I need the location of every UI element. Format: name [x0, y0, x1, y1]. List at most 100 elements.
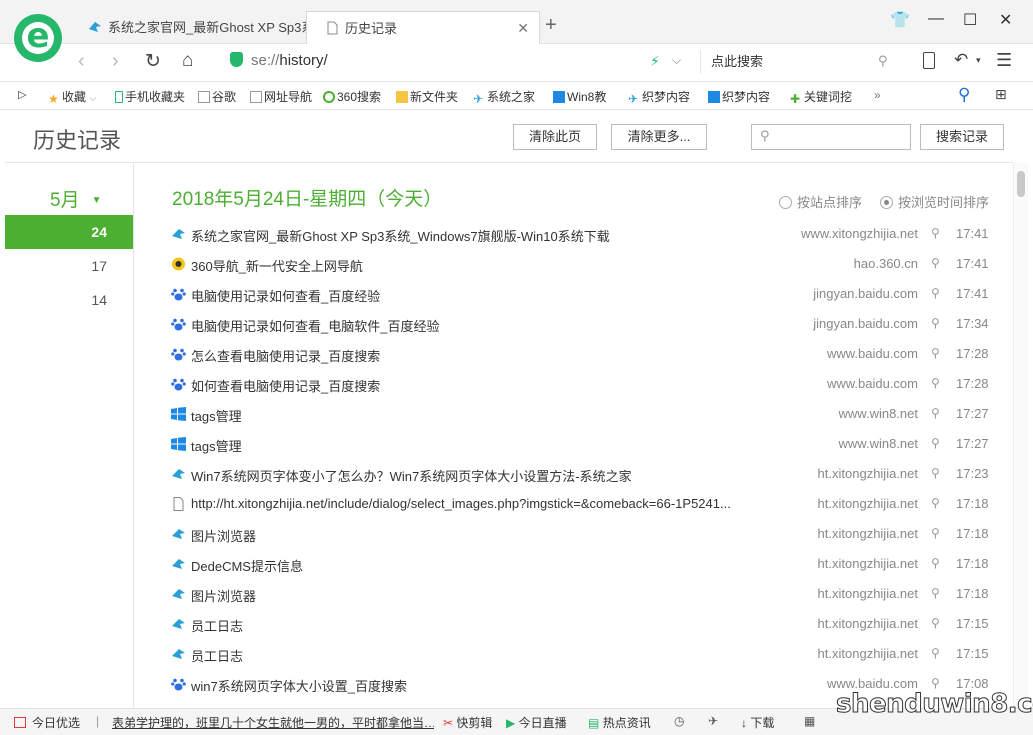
history-entry[interactable]: tags管理 www.win8.net ⚲ 17:27 — [135, 429, 1013, 459]
month-selector[interactable]: 5月 ▼ — [50, 185, 101, 212]
clear-page-button[interactable]: 清除此页 — [513, 124, 597, 150]
history-entry[interactable]: 图片浏览器 ht.xitongzhijia.net ⚲ 17:18 — [135, 519, 1013, 549]
entry-domain[interactable]: www.win8.net — [839, 406, 918, 421]
entry-title[interactable]: 360导航_新一代安全上网导航 — [191, 256, 787, 275]
history-entry[interactable]: tags管理 www.win8.net ⚲ 17:27 — [135, 399, 1013, 429]
entry-domain[interactable]: ht.xitongzhijia.net — [818, 586, 918, 601]
search-icon[interactable]: ⚲ — [931, 646, 940, 660]
bookmark-xitongzhijia[interactable]: ✈ 系统之家 — [473, 88, 535, 106]
history-entry[interactable]: 360导航_新一代安全上网导航 hao.360.cn ⚲ 17:41 — [135, 249, 1013, 279]
entry-domain[interactable]: www.xitongzhijia.net — [801, 226, 918, 241]
quick-cut[interactable]: ✂ 快剪辑 — [443, 714, 492, 731]
search-icon[interactable]: ⚲ — [931, 436, 940, 450]
search-icon[interactable]: ⚲ — [931, 256, 940, 270]
scrollbar-thumb[interactable] — [1017, 171, 1025, 197]
bookmark-nav[interactable]: 网址导航 — [250, 88, 312, 105]
chevron-down-icon[interactable]: ⌵ — [672, 53, 681, 68]
history-entry[interactable]: 如何查看电脑使用记录_百度搜索 www.baidu.com ⚲ 17:28 — [135, 369, 1013, 399]
entry-title[interactable]: http://ht.xitongzhijia.net/include/dialo… — [191, 496, 787, 511]
pin-icon[interactable]: ✈ — [708, 714, 718, 728]
search-icon[interactable]: ⚲ — [931, 676, 940, 690]
history-search-input[interactable]: ⚲ — [751, 124, 911, 150]
entry-title[interactable]: 图片浏览器 — [191, 526, 787, 545]
entry-domain[interactable]: ht.xitongzhijia.net — [818, 556, 918, 571]
minimize-icon[interactable]: — — [928, 10, 944, 28]
history-entry[interactable]: 电脑使用记录如何查看_百度经验 jingyan.baidu.com ⚲ 17:41 — [135, 279, 1013, 309]
search-icon[interactable]: ⚲ — [878, 53, 888, 69]
search-icon[interactable]: ⚲ — [958, 85, 970, 105]
entry-domain[interactable]: ht.xitongzhijia.net — [818, 496, 918, 511]
history-entry[interactable]: 员工日志 ht.xitongzhijia.net ⚲ 17:15 — [135, 639, 1013, 669]
history-entry[interactable]: 员工日志 ht.xitongzhijia.net ⚲ 17:15 — [135, 609, 1013, 639]
search-icon[interactable]: ⚲ — [931, 346, 940, 360]
sidebar-day-17[interactable]: 17 — [5, 249, 133, 283]
menu-icon[interactable]: ☰ — [996, 50, 1012, 71]
entry-domain[interactable]: hao.360.cn — [854, 256, 918, 271]
today-live[interactable]: ▶ 今日直播 — [506, 714, 567, 731]
search-icon[interactable]: ⚲ — [931, 226, 940, 240]
sidebar-toggle-icon[interactable]: ▷ — [18, 88, 26, 101]
sort-by-time-radio[interactable]: 按浏览时间排序 — [880, 192, 989, 211]
entry-title[interactable]: 电脑使用记录如何查看_百度经验 — [191, 286, 787, 305]
news-ticker[interactable]: 表弟学护理的，班里几十个女生就他一男的，平时都拿他当… — [112, 714, 434, 731]
bookmark-keywords[interactable]: ✚ 关键词挖 — [790, 88, 852, 106]
entry-title[interactable]: 员工日志 — [191, 646, 787, 665]
search-icon[interactable]: ⚲ — [931, 616, 940, 630]
search-icon[interactable]: ⚲ — [931, 376, 940, 390]
entry-title[interactable]: 电脑使用记录如何查看_电脑软件_百度经验 — [191, 316, 787, 335]
browser-logo-icon[interactable] — [14, 14, 62, 62]
undo-dropdown-icon[interactable]: ▾ — [976, 55, 981, 66]
entry-title[interactable]: 图片浏览器 — [191, 586, 787, 605]
undo-icon[interactable]: ↶ — [954, 50, 968, 70]
search-icon[interactable]: ⚲ — [931, 556, 940, 570]
entry-title[interactable]: 怎么查看电脑使用记录_百度搜索 — [191, 346, 787, 365]
refresh-icon[interactable]: ↻ — [145, 50, 161, 73]
bookmark-win8[interactable]: Win8教 — [553, 88, 606, 105]
search-icon[interactable]: ⚲ — [931, 466, 940, 480]
entry-title[interactable]: tags管理 — [191, 406, 787, 425]
mobile-icon[interactable] — [923, 52, 935, 69]
home-icon[interactable]: ⌂ — [182, 50, 193, 72]
speed-icon[interactable]: ◷ — [674, 714, 684, 728]
bookmark-mobile[interactable]: 手机收藏夹 — [115, 88, 185, 105]
entry-domain[interactable]: ht.xitongzhijia.net — [818, 616, 918, 631]
skin-icon[interactable]: 👕 — [890, 10, 910, 30]
lightning-icon[interactable]: ⚡ — [650, 53, 660, 70]
close-window-icon[interactable]: ✕ — [999, 10, 1012, 30]
entry-domain[interactable]: jingyan.baidu.com — [813, 316, 918, 331]
entry-title[interactable]: DedeCMS提示信息 — [191, 556, 787, 575]
entry-title[interactable]: tags管理 — [191, 436, 787, 455]
url-field[interactable]: se://history/ — [230, 52, 328, 69]
entry-title[interactable]: 系统之家官网_最新Ghost XP Sp3系统_Windows7旗舰版-Win1… — [191, 226, 787, 245]
tab-history[interactable]: 历史记录 ✕ — [306, 11, 540, 44]
maximize-icon[interactable]: ☐ — [963, 10, 977, 30]
more-bookmarks-icon[interactable]: » — [874, 88, 881, 102]
bookmark-new-folder[interactable]: 新文件夹 — [396, 88, 458, 105]
sort-by-site-radio[interactable]: 按站点排序 — [779, 192, 862, 211]
entry-domain[interactable]: ht.xitongzhijia.net — [818, 526, 918, 541]
tab-xitongzhijia[interactable]: 系统之家官网_最新Ghost XP Sp3系统_Windows7旗舰版-Win1… — [70, 11, 306, 44]
bookmark-dedecms-2[interactable]: 织梦内容 — [708, 88, 770, 105]
entry-title[interactable]: Win7系统网页字体变小了怎么办？Win7系统网页字体大小设置方法-系统之家 — [191, 466, 787, 485]
history-entry[interactable]: http://ht.xitongzhijia.net/include/dialo… — [135, 489, 1013, 519]
today-pick[interactable]: 今日优选 — [14, 714, 80, 731]
entry-domain[interactable]: www.baidu.com — [827, 346, 918, 361]
entry-domain[interactable]: ht.xitongzhijia.net — [818, 466, 918, 481]
entry-title[interactable]: 如何查看电脑使用记录_百度搜索 — [191, 376, 787, 395]
search-icon[interactable]: ⚲ — [931, 496, 940, 510]
entry-domain[interactable]: www.win8.net — [839, 436, 918, 451]
hot-news[interactable]: ▤ 热点资讯 — [588, 714, 651, 731]
scrollbar[interactable] — [1013, 163, 1028, 708]
history-entry[interactable]: 怎么查看电脑使用记录_百度搜索 www.baidu.com ⚲ 17:28 — [135, 339, 1013, 369]
download[interactable]: ↓ 下载 — [741, 714, 774, 731]
bookmark-dedecms-1[interactable]: ✈ 织梦内容 — [628, 88, 690, 106]
bookmark-google[interactable]: 谷歌 — [198, 88, 236, 105]
history-entry[interactable]: 系统之家官网_最新Ghost XP Sp3系统_Windows7旗舰版-Win1… — [135, 219, 1013, 249]
search-input[interactable]: 点此搜索 — [700, 50, 900, 74]
sidebar-day-24[interactable]: 24 — [5, 215, 133, 249]
clear-more-button[interactable]: 清除更多... — [611, 124, 707, 150]
search-history-button[interactable]: 搜索记录 — [920, 124, 1004, 150]
apps-grid-icon[interactable]: ⊞ — [995, 86, 1007, 103]
bookmark-favorites[interactable]: ★ 收藏 ⌵ — [48, 88, 96, 106]
search-icon[interactable]: ⚲ — [931, 586, 940, 600]
